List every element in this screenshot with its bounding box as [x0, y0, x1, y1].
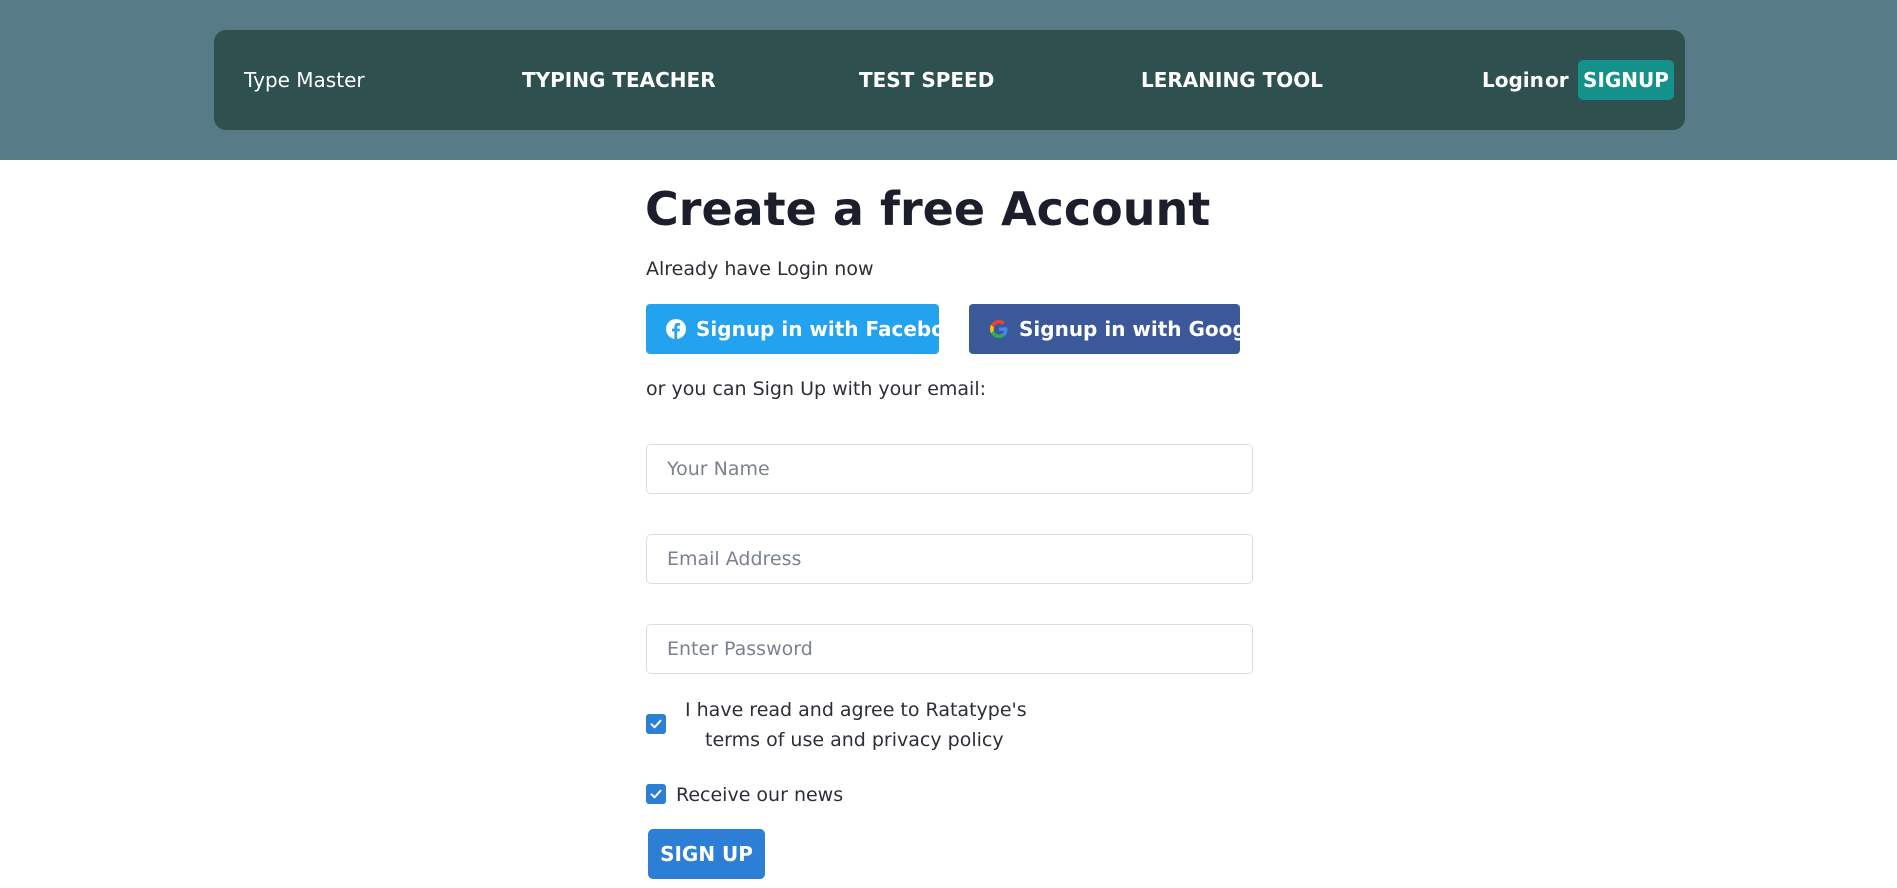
brand-logo[interactable]: Type Master	[244, 68, 365, 92]
navbar: Type Master TYPING TEACHER TEST SPEED LE…	[214, 30, 1685, 130]
terms-label-line1: I have read and agree to Ratatype's	[685, 699, 1027, 721]
facebook-signup-button[interactable]: Signup in with Facebook	[646, 304, 972, 354]
sign-up-submit-button[interactable]: SIGN UP	[648, 829, 765, 879]
news-label: Receive our news	[676, 784, 844, 806]
facebook-signup-label: Signup in with Facebook	[696, 317, 972, 341]
nav-link-learning-tool[interactable]: LERANING TOOL	[1141, 68, 1323, 92]
login-link[interactable]: Login	[1482, 68, 1544, 92]
or-email-text: or you can Sign Up with your email:	[646, 378, 986, 400]
google-signup-button[interactable]: Signup in with Google	[969, 304, 1267, 354]
google-signup-label: Signup in with Google	[1019, 317, 1268, 341]
or-separator: or	[1545, 68, 1569, 92]
header-band: Type Master TYPING TEACHER TEST SPEED LE…	[0, 0, 1897, 160]
signup-nav-button[interactable]: SIGNUP	[1578, 60, 1674, 100]
checkmark-icon	[650, 789, 662, 799]
already-have-login-text: Already have Login now	[646, 258, 874, 280]
email-input[interactable]	[646, 534, 1253, 584]
facebook-icon	[666, 319, 686, 339]
name-input[interactable]	[646, 444, 1253, 494]
page-title: Create a free Account	[645, 182, 1211, 236]
nav-link-test-speed[interactable]: TEST SPEED	[859, 68, 994, 92]
checkmark-icon	[650, 719, 662, 729]
password-input[interactable]	[646, 624, 1253, 674]
nav-link-typing-teacher[interactable]: TYPING TEACHER	[522, 68, 716, 92]
terms-checkbox[interactable]	[646, 714, 666, 734]
google-icon	[989, 319, 1009, 339]
news-checkbox[interactable]	[646, 784, 666, 804]
terms-label-line2[interactable]: terms of use and privacy policy	[705, 729, 1004, 751]
